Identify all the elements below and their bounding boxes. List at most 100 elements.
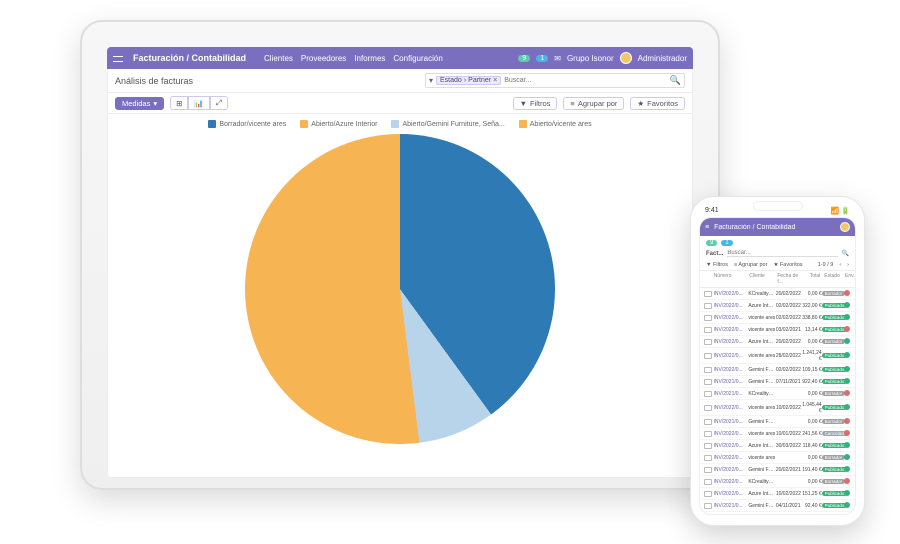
col-fecha[interactable]: Fecha de f...: [775, 273, 801, 285]
cell-estado: Publicado: [822, 405, 844, 411]
pager-prev-icon[interactable]: ‹: [839, 262, 841, 268]
table-row[interactable]: INV/2022/0...Gemini Furn...20/02/2021191…: [700, 464, 855, 476]
table-row[interactable]: INV/2021/0...Gemini Furn...04/11/202192,…: [700, 500, 855, 512]
favorites-button[interactable]: ★ Favoritos: [630, 97, 685, 110]
avatar[interactable]: [620, 52, 632, 64]
table-row[interactable]: INV/2021/0...Gemini Furn...07/11/2021922…: [700, 376, 855, 388]
legend-item[interactable]: Abierto/vicente ares: [519, 120, 592, 128]
filters-button[interactable]: ▼ Filtros: [706, 262, 728, 268]
phone-screen: ≡ Facturación / Contabilidad 9 1 Fact...…: [699, 217, 856, 515]
filter-chip-estado[interactable]: Estado › Partner ×: [436, 76, 501, 85]
view-expand-icon[interactable]: ⤢: [210, 96, 228, 110]
cell-fecha: 04/11/2021: [776, 503, 802, 509]
table-row[interactable]: INV/2022/0...Azure Interior20/02/20220,0…: [700, 336, 855, 348]
row-checkbox[interactable]: [704, 367, 712, 373]
table-row[interactable]: INV/2022/0...Azure Interior10/02/2022151…: [700, 488, 855, 500]
badge-1[interactable]: 9: [706, 240, 717, 246]
menu-icon[interactable]: [113, 54, 123, 62]
groupby-button[interactable]: ≡ Agrupar por: [734, 262, 767, 268]
menu-icon[interactable]: ≡: [705, 224, 709, 231]
row-checkbox[interactable]: [704, 467, 712, 473]
row-checkbox[interactable]: [704, 315, 712, 321]
table-row[interactable]: INV/2022/0...vicente ares02/02/2022338,8…: [700, 312, 855, 324]
chat-icon[interactable]: ✉: [554, 54, 561, 63]
cell-total: 1.241,24 €: [802, 350, 822, 362]
search-icon[interactable]: 🔍: [670, 75, 681, 86]
search-icon[interactable]: 🔍: [842, 250, 849, 257]
view-chart-icon[interactable]: 📊: [188, 96, 209, 110]
table-row[interactable]: INV/2022/0...vicente ares10/02/20221.045…: [700, 400, 855, 416]
table-row[interactable]: INV/2022/0...KCrealitys p...20/02/20220,…: [700, 288, 855, 300]
row-checkbox[interactable]: [704, 431, 712, 437]
cell-numero: INV/2022/0...: [714, 303, 749, 309]
search-input[interactable]: [504, 77, 667, 84]
menu-clientes[interactable]: Clientes: [264, 54, 293, 63]
table-row[interactable]: INV/2022/0...vicente ares03/02/202113,14…: [700, 324, 855, 336]
table-row[interactable]: INV/2022/0...vicente ares10/01/2022241,5…: [700, 428, 855, 440]
legend-item[interactable]: Borrador/vicente ares: [208, 120, 286, 128]
table-row[interactable]: INV/2022/0...Azure Interior30/03/2022118…: [700, 440, 855, 452]
filters-button[interactable]: ▼ Filtros: [513, 97, 558, 110]
col-numero[interactable]: Número: [712, 273, 748, 285]
row-checkbox[interactable]: [704, 327, 712, 333]
row-checkbox[interactable]: [704, 353, 712, 359]
table-row[interactable]: INV/2021/0...KCrealitys p...0,00 €Borrad…: [700, 388, 855, 400]
avatar[interactable]: [840, 222, 850, 232]
chip-remove-icon[interactable]: ×: [493, 77, 497, 84]
phone-app-title: Facturación / Contabilidad: [714, 224, 835, 231]
cell-estado: Borrador: [822, 479, 844, 485]
table-row[interactable]: INV/2022/0...Gemini Furn...02/02/2022109…: [700, 364, 855, 376]
table-row[interactable]: INV/2022/0...vicente ares0,00 €Borrador: [700, 452, 855, 464]
menu-config[interactable]: Configuración: [393, 54, 442, 63]
groupby-button[interactable]: ≡ Agrupar por: [563, 97, 624, 110]
cell-cliente: KCrealitys p...: [748, 479, 776, 485]
badge-2[interactable]: 1: [721, 240, 732, 246]
row-checkbox[interactable]: [704, 455, 712, 461]
col-envio[interactable]: Env...: [843, 273, 851, 285]
legend-item[interactable]: Abierto/Gemini Furniture, Seña...: [391, 120, 504, 128]
phone-search-row: Fact... 🔍: [700, 250, 855, 260]
cell-numero: INV/2021/0...: [714, 391, 749, 397]
cell-envio: [844, 478, 851, 486]
search-box[interactable]: ▾ Estado › Partner × 🔍: [425, 73, 685, 88]
row-checkbox[interactable]: [704, 419, 712, 425]
phone-topbar: ≡ Facturación / Contabilidad: [700, 218, 855, 236]
favorites-button[interactable]: ★ Favoritos: [773, 262, 802, 268]
pager[interactable]: 1-9 / 9: [818, 262, 834, 268]
row-checkbox[interactable]: [704, 443, 712, 449]
pager-next-icon[interactable]: ›: [847, 262, 849, 268]
row-checkbox[interactable]: [704, 291, 712, 297]
row-checkbox[interactable]: [704, 339, 712, 345]
menu-proveedores[interactable]: Proveedores: [301, 54, 346, 63]
table-row[interactable]: INV/2022/0...vicente ares28/02/20221.241…: [700, 348, 855, 364]
row-checkbox[interactable]: [704, 479, 712, 485]
row-checkbox[interactable]: [704, 503, 712, 509]
table-row[interactable]: INV/2021/0...Gemini Furn...0,00 €Borrado…: [700, 416, 855, 428]
row-checkbox[interactable]: [704, 405, 712, 411]
table-row[interactable]: INV/2022/0...KCrealitys p...0,00 €Borrad…: [700, 476, 855, 488]
view-toolbar: Medidas ▾ ⊞ 📊 ⤢ ▼ Filtros ≡ Agrupar por …: [107, 93, 693, 114]
view-pivot-icon[interactable]: ⊞: [170, 96, 188, 110]
user-name[interactable]: Administrador: [638, 54, 687, 63]
badge-2[interactable]: 1: [536, 55, 548, 62]
col-estado[interactable]: Estado: [822, 273, 843, 285]
badge-1[interactable]: 9: [518, 55, 530, 62]
table-row[interactable]: INV/2022/0...Azure Interior02/02/2022322…: [700, 300, 855, 312]
menu-informes[interactable]: Informes: [354, 54, 385, 63]
cell-total: 0,00 €: [802, 479, 822, 485]
row-checkbox[interactable]: [704, 303, 712, 309]
legend-item[interactable]: Abierto/Azure Interior: [300, 120, 377, 128]
row-checkbox[interactable]: [704, 491, 712, 497]
col-total[interactable]: Total: [802, 273, 823, 285]
cell-cliente: Gemini Furn...: [748, 467, 776, 473]
row-checkbox[interactable]: [704, 391, 712, 397]
topbar-right: 9 1 ✉ Grupo Isonor Administrador: [518, 52, 687, 64]
row-checkbox[interactable]: [704, 379, 712, 385]
col-cliente[interactable]: Cliente: [747, 273, 775, 285]
cell-estado: Publicado: [822, 379, 844, 385]
cell-fecha: 28/02/2022: [776, 353, 802, 359]
org-name[interactable]: Grupo Isonor: [567, 54, 614, 63]
measures-button[interactable]: Medidas ▾: [115, 97, 164, 110]
phone-search-input[interactable]: [727, 250, 837, 257]
group-label: Agrupar por: [578, 99, 618, 108]
